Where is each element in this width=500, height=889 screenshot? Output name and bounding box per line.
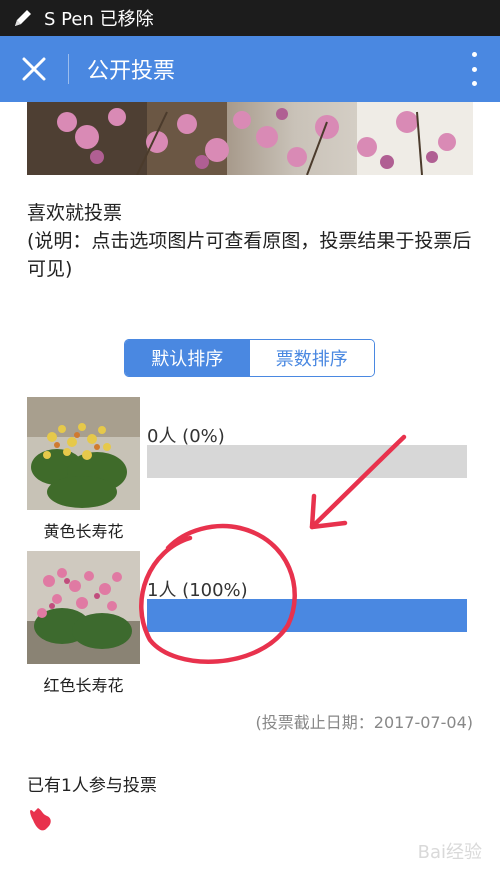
cover-image[interactable]	[27, 102, 473, 175]
more-vertical-icon	[471, 52, 477, 57]
vote-option: 黄色长寿花 0人 (0%)	[27, 397, 473, 547]
watermark-logo: Bai经验	[417, 842, 482, 863]
vote-bar	[147, 599, 467, 632]
annotation-heart	[30, 808, 51, 831]
app-bar: 公开投票	[0, 36, 500, 102]
intro-note: (说明：点击选项图片可查看原图，投票结果于投票后可见)	[27, 230, 472, 280]
pen-icon	[6, 0, 40, 36]
sort-toggle: 默认排序 票数排序	[124, 339, 375, 377]
intro-text: 喜欢就投票 (说明：点击选项图片可查看原图，投票结果于投票后可见)	[27, 199, 477, 283]
close-icon	[22, 57, 46, 81]
sort-default-button[interactable]: 默认排序	[125, 340, 250, 376]
vote-bar	[147, 445, 467, 478]
vote-bar-fill	[147, 599, 467, 632]
status-bar: S Pen 已移除	[0, 0, 500, 36]
option-image-red[interactable]	[27, 551, 140, 664]
intro-title: 喜欢就投票	[27, 202, 123, 224]
close-button[interactable]	[0, 36, 68, 102]
vote-option: 红色长寿花 1人 (100%)	[27, 551, 473, 701]
option-image-yellow[interactable]	[27, 397, 140, 510]
option-name: 红色长寿花	[43, 676, 124, 695]
deadline-text: (投票截止日期：2017-07-04)	[255, 713, 473, 732]
sort-by-votes-button[interactable]: 票数排序	[249, 340, 374, 376]
more-menu-button[interactable]	[464, 52, 484, 86]
participants-text: 已有1人参与投票	[27, 776, 157, 796]
page-title: 公开投票	[87, 59, 176, 84]
status-text: S Pen 已移除	[44, 9, 154, 30]
app-bar-divider	[68, 54, 69, 84]
option-name: 黄色长寿花	[43, 522, 124, 541]
